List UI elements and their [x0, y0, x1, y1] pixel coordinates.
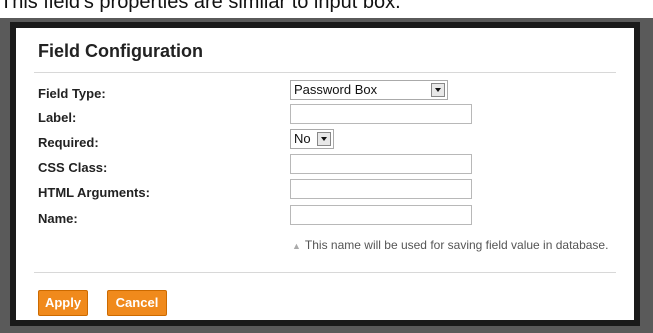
dropdown-arrow-icon[interactable] — [431, 83, 445, 97]
label-input[interactable] — [290, 104, 472, 124]
field-type-value: Password Box — [294, 82, 378, 97]
name-hint: ▲ This name will be used for saving field… — [292, 234, 612, 257]
hint-triangle-icon: ▲ — [292, 241, 301, 251]
field-type-label: Field Type: — [38, 86, 106, 101]
name-label: Name: — [38, 211, 78, 226]
cancel-button[interactable]: Cancel — [107, 290, 167, 316]
dropdown-arrow-icon[interactable] — [317, 132, 331, 146]
footer-divider — [34, 272, 616, 273]
required-select[interactable]: No — [290, 129, 334, 149]
dialog-title: Field Configuration — [38, 41, 203, 61]
name-input[interactable] — [290, 205, 472, 225]
html-arguments-input[interactable] — [290, 179, 472, 199]
field-configuration-dialog: Field Configuration Field Type: Password… — [10, 22, 640, 326]
label-label: Label: — [38, 110, 77, 125]
css-class-input[interactable] — [290, 154, 472, 174]
required-label: Required: — [38, 135, 99, 150]
css-class-label: CSS Class: — [38, 160, 108, 175]
title-divider — [34, 72, 616, 73]
html-arguments-label: HTML Arguments: — [38, 185, 150, 200]
required-value: No — [294, 131, 311, 146]
field-type-select[interactable]: Password Box — [290, 80, 448, 100]
name-hint-text: This name will be used for saving field … — [304, 238, 609, 252]
apply-button[interactable]: Apply — [38, 290, 88, 316]
caption-text: This field's properties are similar to i… — [0, 0, 401, 13]
